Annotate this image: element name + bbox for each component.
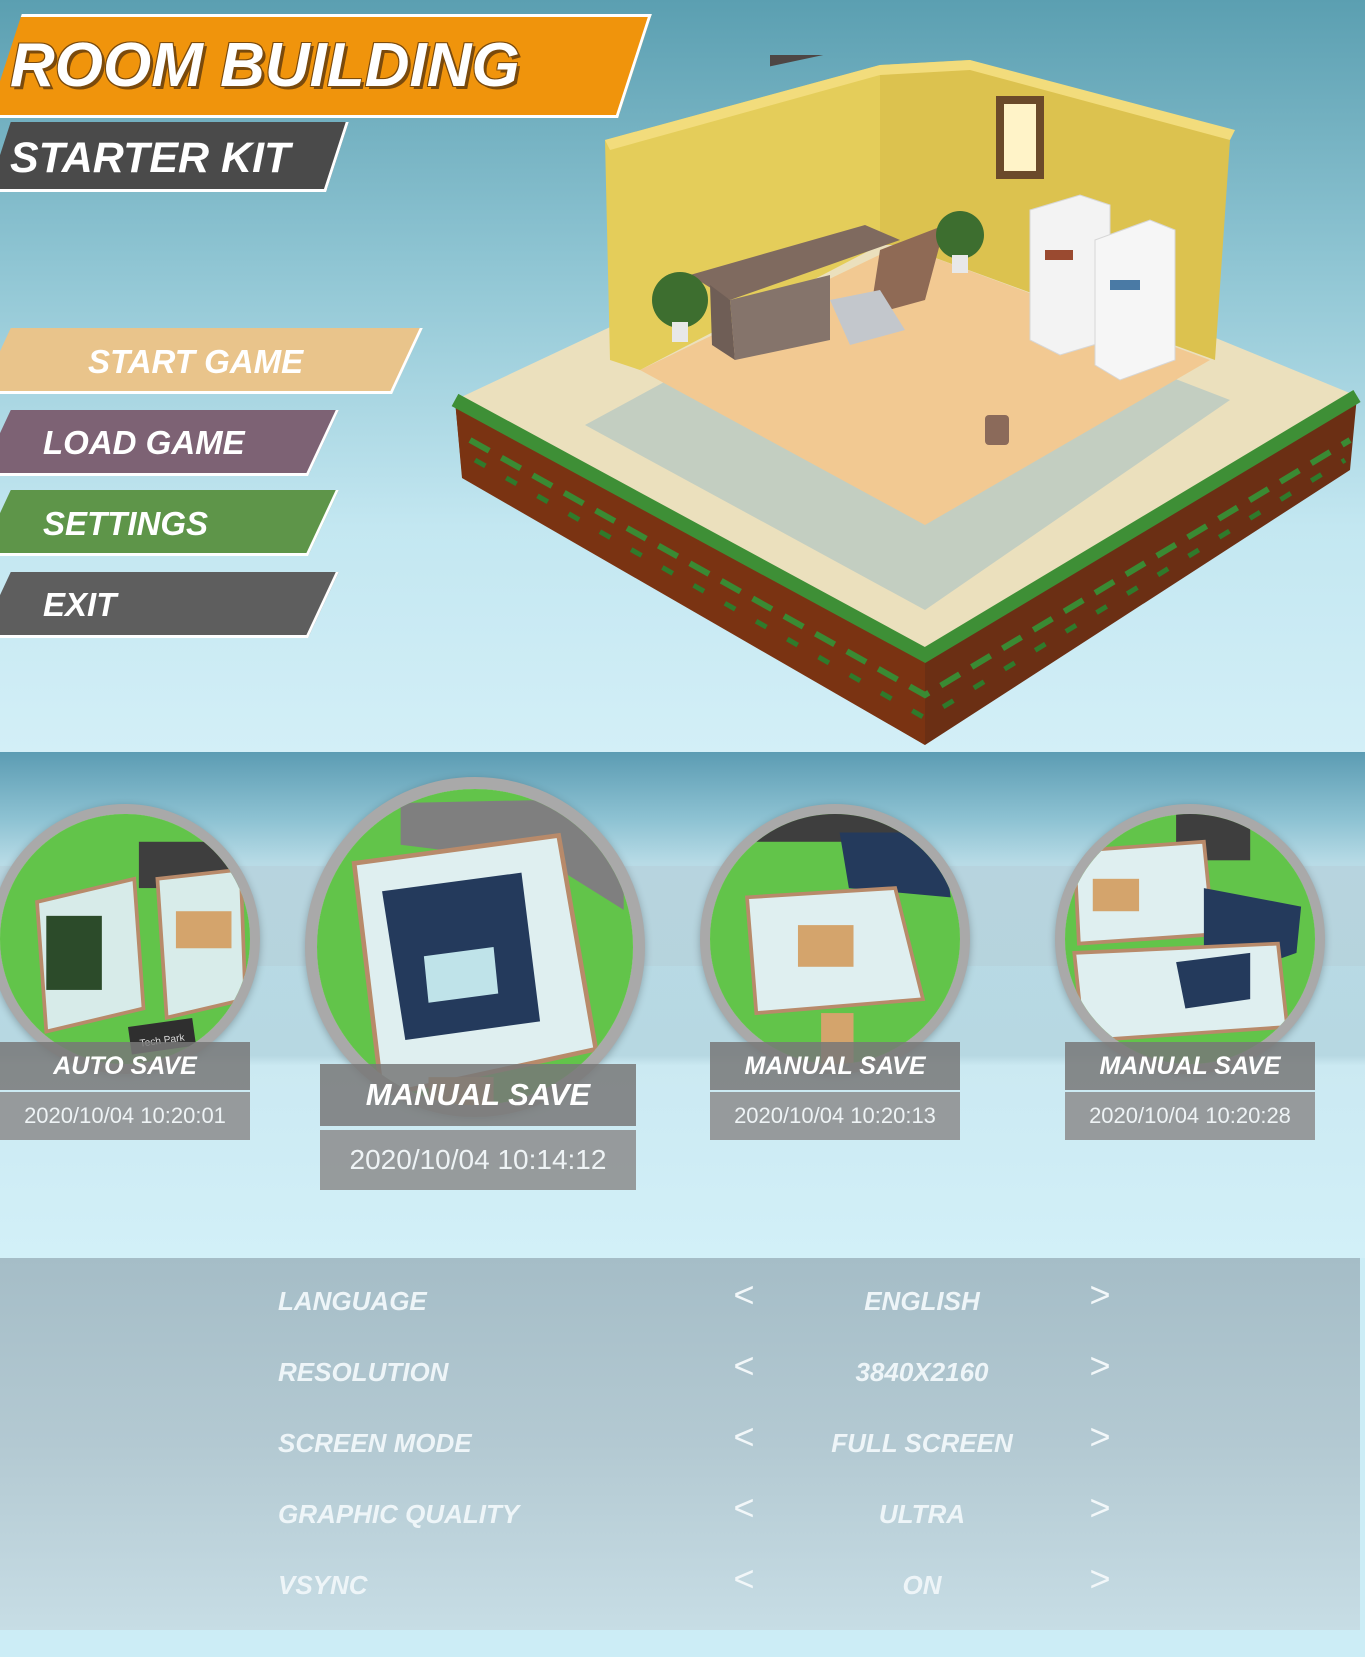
chevron-right-icon[interactable]: > (1080, 1416, 1120, 1458)
save-thumbnail (1055, 804, 1325, 1074)
monitor (770, 55, 845, 67)
save-slot-manual-1[interactable]: MANUAL SAVE 2020/10/04 10:14:12 (300, 752, 650, 1192)
setting-value: ENGLISH (864, 1286, 980, 1316)
setting-row-vsync: VSYNC < ON > (0, 1554, 1360, 1614)
setting-label: GRAPHIC QUALITY (278, 1499, 520, 1529)
main-menu-screen: ROOM BUILDING STARTER KIT START GAME LOA… (0, 0, 1365, 752)
save-type-label: MANUAL SAVE (1065, 1042, 1315, 1090)
settings-panel: LANGUAGE < ENGLISH > RESOLUTION < 3840X2… (0, 1258, 1360, 1630)
chevron-right-icon[interactable]: > (1080, 1274, 1120, 1316)
setting-value: ON (902, 1570, 942, 1600)
save-date-label: 2020/10/04 10:14:12 (320, 1130, 636, 1190)
settings-screen: LANGUAGE < ENGLISH > RESOLUTION < 3840X2… (0, 1258, 1365, 1657)
save-date-label: 2020/10/04 10:20:13 (710, 1092, 960, 1140)
exit-label: EXIT (43, 586, 117, 623)
waste-bin (985, 415, 1009, 445)
load-game-screen: Tech Park AUTO SAVE 2020/10/04 10:20:01 … (0, 752, 1365, 1258)
save-type-label: MANUAL SAVE (710, 1042, 960, 1090)
settings-label: SETTINGS (43, 505, 209, 542)
room-preview-illustration (451, 55, 1361, 745)
setting-row-language: LANGUAGE < ENGLISH > (0, 1270, 1360, 1330)
load-game-label: LOAD GAME (43, 424, 245, 461)
save-thumbnail (700, 804, 970, 1074)
start-game-label: START GAME (88, 343, 304, 380)
save-slot-manual-3[interactable]: MANUAL SAVE 2020/10/04 10:20:28 (1055, 752, 1335, 1142)
save-thumbnail: Tech Park (0, 804, 260, 1074)
map-thumbnail-icon (710, 814, 960, 1064)
setting-label: RESOLUTION (278, 1357, 449, 1387)
map-thumbnail-icon (317, 789, 633, 1105)
bookshelf-right (1094, 219, 1176, 381)
setting-label: SCREEN MODE (278, 1428, 472, 1458)
map-thumbnail-icon (1065, 814, 1315, 1064)
chevron-left-icon[interactable]: < (724, 1274, 764, 1316)
save-slot-auto[interactable]: Tech Park AUTO SAVE 2020/10/04 10:20:01 (0, 752, 270, 1142)
setting-label: VSYNC (278, 1570, 368, 1600)
setting-value: ULTRA (878, 1499, 966, 1529)
room-window (996, 96, 1044, 179)
save-date-label: 2020/10/04 10:20:01 (0, 1092, 250, 1140)
setting-row-screen-mode: SCREEN MODE < FULL SCREEN > (0, 1412, 1360, 1472)
plant-right (936, 211, 984, 259)
save-slot-manual-2[interactable]: MANUAL SAVE 2020/10/04 10:20:13 (700, 752, 970, 1142)
plant-left (652, 272, 708, 328)
setting-row-resolution: RESOLUTION < 3840X2160 > (0, 1341, 1360, 1401)
chevron-right-icon[interactable]: > (1080, 1558, 1120, 1600)
setting-value: FULL SCREEN (831, 1428, 1013, 1458)
save-date-label: 2020/10/04 10:20:28 (1065, 1092, 1315, 1140)
save-type-label: AUTO SAVE (0, 1042, 250, 1090)
game-subtitle: STARTER KIT (10, 134, 291, 182)
chevron-left-icon[interactable]: < (724, 1558, 764, 1600)
chevron-left-icon[interactable]: < (724, 1345, 764, 1387)
chevron-left-icon[interactable]: < (724, 1416, 764, 1458)
map-thumbnail-icon: Tech Park (0, 814, 250, 1064)
chevron-left-icon[interactable]: < (724, 1487, 764, 1529)
chevron-right-icon[interactable]: > (1080, 1487, 1120, 1529)
setting-value: 3840X2160 (855, 1357, 989, 1387)
setting-row-graphic-quality: GRAPHIC QUALITY < ULTRA > (0, 1483, 1360, 1543)
save-type-label: MANUAL SAVE (320, 1064, 636, 1126)
chevron-right-icon[interactable]: > (1080, 1345, 1120, 1387)
setting-label: LANGUAGE (278, 1286, 427, 1316)
